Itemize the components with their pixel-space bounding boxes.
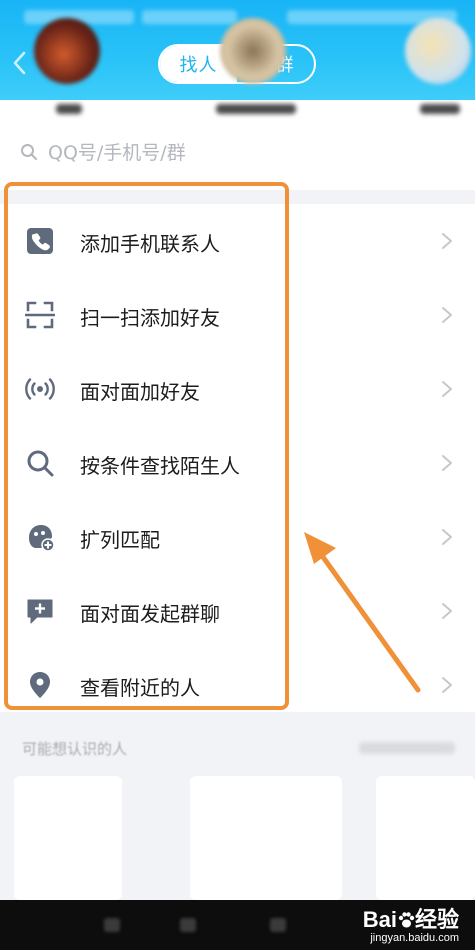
chevron-right-icon bbox=[440, 379, 454, 399]
nav-back-icon[interactable] bbox=[270, 918, 286, 932]
chevron-right-icon bbox=[440, 527, 454, 547]
back-button[interactable] bbox=[10, 50, 30, 76]
chevron-right-icon bbox=[440, 453, 454, 473]
back-arrow-icon bbox=[13, 51, 26, 75]
search-icon bbox=[25, 448, 55, 478]
watermark-url: jingyan.baidu.com bbox=[370, 932, 459, 944]
menu-item-label: 添加手机联系人 bbox=[80, 232, 220, 256]
search-placeholder: QQ号/手机号/群 bbox=[48, 142, 186, 164]
menu-item-label: 面对面加好友 bbox=[80, 380, 200, 404]
avatar[interactable] bbox=[220, 18, 286, 84]
suggestion-card[interactable] bbox=[190, 776, 342, 900]
menu-item-label: 查看附近的人 bbox=[80, 676, 200, 700]
baidu-paw-icon bbox=[398, 912, 415, 928]
group-chat-add-icon bbox=[25, 596, 55, 626]
menu-item-face-to-face-add[interactable]: 面对面加好友 bbox=[0, 352, 475, 426]
phone-icon bbox=[25, 226, 55, 256]
divider-band bbox=[0, 190, 475, 204]
suggestions-title: 可能想认识的人 bbox=[22, 740, 128, 758]
status-icons-blurred bbox=[142, 10, 237, 24]
nav-home-icon[interactable] bbox=[180, 918, 196, 932]
suggestions-more-blurred[interactable] bbox=[359, 742, 455, 754]
scan-icon bbox=[25, 300, 55, 330]
menu-item-label: 扩列匹配 bbox=[80, 528, 160, 552]
location-pin-icon bbox=[25, 670, 55, 700]
watermark-brand-suffix: 经验 bbox=[414, 907, 459, 932]
menu-item-search-strangers[interactable]: 按条件查找陌生人 bbox=[0, 426, 475, 500]
suggestion-card[interactable] bbox=[14, 776, 122, 900]
watermark-brand: Bai bbox=[362, 907, 397, 932]
annotation-arrow-icon bbox=[304, 532, 421, 693]
avatar[interactable] bbox=[34, 18, 100, 84]
suggestion-card[interactable] bbox=[376, 776, 475, 900]
suggestion-cards bbox=[0, 770, 475, 900]
menu-item-label: 按条件查找陌生人 bbox=[80, 454, 240, 478]
suggestion-name-blurred bbox=[56, 104, 82, 114]
nearby-signal-icon bbox=[25, 374, 55, 404]
chevron-right-icon bbox=[440, 305, 454, 325]
avatar[interactable] bbox=[405, 18, 471, 84]
menu-item-label: 扫一扫添加好友 bbox=[80, 306, 220, 330]
suggestion-name-blurred bbox=[216, 104, 296, 114]
search-icon bbox=[21, 143, 37, 160]
chevron-right-icon bbox=[440, 675, 454, 695]
menu-item-scan-add-friend[interactable]: 扫一扫添加好友 bbox=[0, 278, 475, 352]
chevron-right-icon bbox=[440, 601, 454, 621]
menu-item-add-phone-contacts[interactable]: 添加手机联系人 bbox=[0, 204, 475, 278]
suggestion-name-blurred bbox=[420, 104, 460, 114]
match-icon bbox=[25, 522, 55, 552]
chevron-right-icon bbox=[440, 231, 454, 251]
nav-menu-icon[interactable] bbox=[104, 918, 120, 932]
menu-item-label: 面对面发起群聊 bbox=[80, 602, 220, 626]
baidu-watermark: Bai 经验 jingyan.baidu.com bbox=[363, 902, 459, 944]
